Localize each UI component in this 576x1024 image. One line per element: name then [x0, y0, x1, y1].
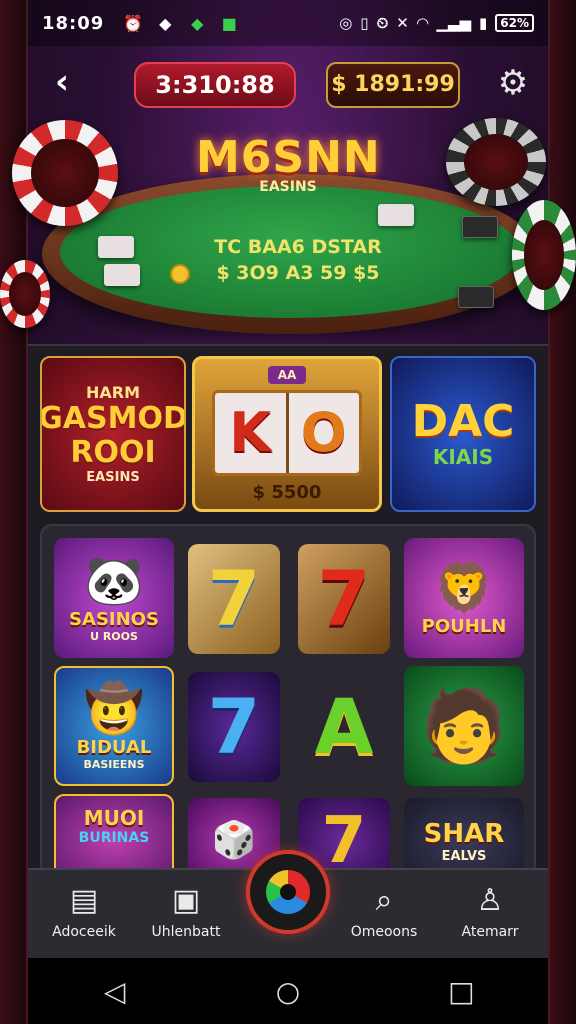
tile-top-text: HARM	[85, 383, 140, 402]
bottom-navigation: ▤ Adoceeik ▣ Uhlenbatt ⌕ Omeoons ♙ Atema…	[28, 850, 548, 958]
felt-text-line2: $ 3O9 A3 59 $5	[216, 262, 380, 284]
game-tile[interactable]: 🦁 POUHLN	[404, 538, 524, 658]
nav-item-atemarr[interactable]: ♙ Atemarr	[440, 882, 540, 940]
phone-screen: 18:09 ⏰ ◆ ◆ ■ ◎ ▯ ⏲ ✕ ◠ ▁▃▅ ▮ 62% ‹ 3:31…	[0, 0, 576, 1024]
nav-label: Uhlenbatt	[151, 924, 221, 940]
seven-symbol: 7	[317, 554, 371, 643]
top-bar: ‹ 3:310:88 $ 1891:99 ⚙	[28, 54, 548, 116]
game-tile[interactable]: 7	[188, 672, 280, 782]
alarm-icon: ⏰	[123, 13, 144, 33]
game-tile[interactable]: SHAR EALVS	[404, 798, 524, 874]
slot-reel: O	[285, 392, 360, 473]
roulette-icon	[266, 870, 310, 914]
slot-reel: K	[229, 401, 272, 464]
nav-item-adoceeik[interactable]: ▤ Adoceeik	[34, 882, 134, 940]
nav-label: Atemarr	[461, 924, 519, 940]
nfc-icon: ◎	[339, 14, 353, 32]
gear-icon[interactable]: ⚙	[492, 62, 534, 104]
playing-card-icon	[462, 216, 498, 238]
playing-card-icon	[98, 236, 134, 258]
game-tile[interactable]: 7	[188, 544, 280, 654]
game-tile[interactable]: 🤠 BIDUAL BASIEENS	[54, 666, 174, 786]
nav-label: Omeoons	[350, 924, 418, 940]
game-title: POUHLN	[421, 615, 507, 637]
alarm-icon: ⏲	[376, 14, 389, 32]
featured-game-tile[interactable]: HARM GASMOD ROOI EASINS	[40, 356, 186, 512]
seven-symbol: 7	[321, 804, 367, 876]
games-grid: 🐼 SASINOS U ROOS 7 7 🦁 POUHLN 🤠 BIDUAL B…	[40, 524, 536, 876]
slot-amount: $ 5500	[252, 481, 322, 503]
roulette-center-button[interactable]	[246, 850, 330, 934]
tile-subtitle: KIAIS	[432, 445, 494, 469]
hero-banner[interactable]: M6SNN EASINS TC BAA6 DSTAR $ 3O9 A3 59 $…	[0, 118, 576, 346]
game-title: MUOI	[83, 806, 145, 830]
game-tile[interactable]: A	[298, 672, 390, 782]
notification-icon: ◆	[159, 13, 172, 33]
game-tile[interactable]: MUOI BURINAS	[54, 794, 174, 874]
game-title: SASINOS	[69, 609, 159, 630]
featured-slot-tile[interactable]: AA K O $ 5500	[192, 356, 382, 512]
slot-badge: AA	[267, 365, 307, 384]
nav-item-omeoons[interactable]: ⌕ Omeoons	[334, 882, 434, 940]
tile-title: GASMOD ROOI	[40, 401, 186, 470]
slot-reels: K O	[212, 389, 362, 476]
dice-icon: 🎲	[211, 820, 257, 861]
game-title: SHAR	[423, 818, 505, 849]
game-subtitle: BURINAS	[78, 830, 150, 846]
ace-symbol: A	[314, 682, 374, 771]
featured-games-row: HARM GASMOD ROOI EASINS AA K O $ 5500 DA…	[40, 356, 536, 512]
seven-symbol: 7	[207, 682, 261, 771]
clipboard-icon: ▤	[69, 883, 99, 918]
back-triangle-icon[interactable]: ◁	[85, 971, 145, 1011]
mute-icon: ✕	[396, 14, 409, 32]
tile-subtitle: EASINS	[86, 470, 140, 485]
game-tile[interactable]: 7	[298, 544, 390, 654]
game-tile[interactable]: 🐼 SASINOS U ROOS	[54, 538, 174, 658]
system-navigation-bar: ◁ ○ □	[28, 958, 548, 1024]
home-circle-icon[interactable]: ○	[258, 971, 318, 1011]
poker-chip-icon	[0, 260, 50, 328]
sim-icon: ▮	[479, 14, 488, 32]
games-panel: HARM GASMOD ROOI EASINS AA K O $ 5500 DA…	[28, 344, 548, 876]
game-icon: ◆	[191, 13, 204, 33]
playing-card-icon	[104, 264, 140, 286]
panda-icon: 🐼	[84, 553, 144, 609]
tile-title: DAC	[411, 396, 515, 447]
logo-title: M6SNN	[196, 132, 381, 183]
featured-game-tile[interactable]: DAC KIAIS	[390, 356, 536, 512]
lion-icon: 🦁	[434, 559, 494, 616]
nav-item-uhlenbatt[interactable]: ▣ Uhlenbatt	[136, 882, 236, 940]
roulette-chip-icon	[446, 118, 546, 206]
game-subtitle: BASIEENS	[83, 758, 145, 771]
status-right-group: ◎ ▯ ⏲ ✕ ◠ ▁▃▅ ▮ 62%	[339, 14, 534, 32]
game-subtitle: U ROOS	[90, 630, 138, 643]
profile-icon: ♙	[476, 883, 504, 918]
nav-label: Adoceeik	[52, 924, 116, 940]
status-bar: 18:09 ⏰ ◆ ◆ ■ ◎ ▯ ⏲ ✕ ◠ ▁▃▅ ▮ 62%	[28, 0, 548, 46]
roulette-chip-icon	[12, 120, 118, 226]
recents-square-icon[interactable]: □	[431, 971, 491, 1011]
adventurer-icon: 🤠	[84, 681, 144, 737]
felt-text-line1: TC BAA6 DSTAR	[214, 236, 382, 258]
status-time: 18:09	[42, 12, 105, 34]
signal-icon: ▁▃▅	[436, 14, 471, 32]
chat-icon: ■	[221, 13, 237, 33]
back-arrow-icon[interactable]: ‹	[42, 62, 82, 102]
game-title: BIDUAL	[76, 737, 152, 758]
slots-icon: ▣	[171, 883, 201, 918]
wifi-icon: ◠	[416, 14, 429, 32]
playing-card-icon	[458, 286, 494, 308]
battery-indicator: 62%	[495, 14, 534, 32]
coin-balance-pill[interactable]: 3:310:88	[134, 62, 296, 108]
poker-chip-icon	[512, 200, 576, 310]
playing-card-icon	[378, 204, 414, 226]
cash-balance-pill[interactable]: $ 1891:99	[326, 62, 460, 108]
search-icon: ⌕	[375, 883, 393, 918]
game-tile[interactable]: 🧑	[404, 666, 524, 786]
vibrate-icon: ▯	[360, 14, 369, 32]
dealer-icon: 🧑	[420, 685, 508, 767]
game-subtitle: EALVS	[441, 848, 487, 864]
casino-logo: M6SNN EASINS	[196, 132, 380, 222]
seven-symbol: 7	[207, 554, 261, 643]
